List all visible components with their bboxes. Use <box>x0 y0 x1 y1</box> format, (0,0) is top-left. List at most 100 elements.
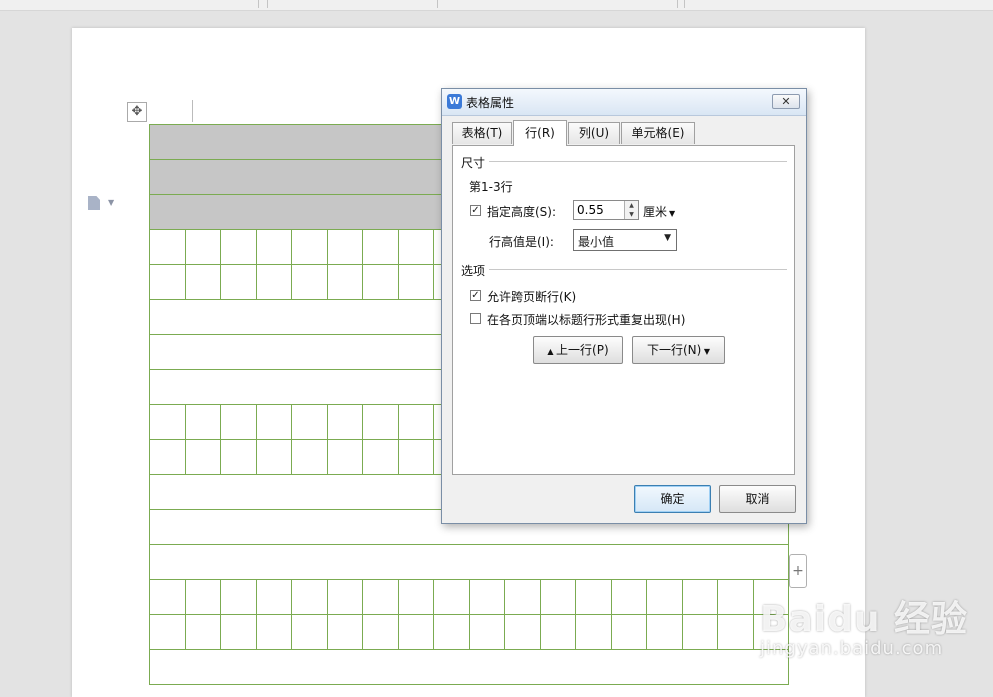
table-cell[interactable] <box>220 439 257 475</box>
ok-button[interactable]: 确定 <box>634 485 711 513</box>
table-cell[interactable] <box>433 579 470 615</box>
specify-height-label: 指定高度(S): <box>487 205 557 219</box>
table-cell[interactable] <box>326 579 363 615</box>
table-cell[interactable] <box>291 614 328 650</box>
cancel-button[interactable]: 取消 <box>719 485 796 513</box>
table-cell[interactable] <box>184 439 221 475</box>
table-cell[interactable] <box>326 264 363 300</box>
table-cell[interactable] <box>681 614 718 650</box>
repeat-header-checkbox[interactable] <box>470 313 481 324</box>
table-cell[interactable] <box>220 614 257 650</box>
table-cell[interactable] <box>397 614 434 650</box>
tab-table[interactable]: 表格(T) <box>452 122 512 144</box>
table-cell[interactable] <box>397 264 434 300</box>
table-cell[interactable] <box>291 439 328 475</box>
table-cell[interactable] <box>149 229 186 265</box>
table-cell[interactable] <box>184 579 221 615</box>
table-cell[interactable] <box>149 544 789 580</box>
previous-row-button[interactable]: ▲ 上一行(P) <box>533 336 623 364</box>
table-cell[interactable] <box>255 229 292 265</box>
add-row-button[interactable]: + <box>789 554 807 588</box>
tab-column[interactable]: 列(U) <box>568 122 620 144</box>
table-cell[interactable] <box>362 439 399 475</box>
table-cell[interactable] <box>149 404 186 440</box>
table-cell[interactable] <box>291 579 328 615</box>
table-cell[interactable] <box>220 404 257 440</box>
table-cell[interactable] <box>255 264 292 300</box>
table-cell[interactable] <box>255 439 292 475</box>
table-cell[interactable] <box>149 439 186 475</box>
table-cell[interactable] <box>681 579 718 615</box>
table-cell[interactable] <box>717 579 754 615</box>
table-cell[interactable] <box>291 264 328 300</box>
paragraph-marker-icon[interactable] <box>88 196 100 210</box>
table-cell[interactable] <box>255 404 292 440</box>
table-cell[interactable] <box>539 614 576 650</box>
table-move-handle-icon[interactable]: ✥ <box>127 102 147 122</box>
table-cell[interactable] <box>149 614 186 650</box>
table-row[interactable] <box>149 614 789 650</box>
table-cell[interactable] <box>362 404 399 440</box>
table-cell[interactable] <box>326 614 363 650</box>
table-cell[interactable] <box>184 404 221 440</box>
table-cell[interactable] <box>184 614 221 650</box>
spin-down-arrow-icon[interactable]: ▼ <box>624 210 638 219</box>
close-button[interactable]: ✕ <box>772 94 800 109</box>
table-cell[interactable] <box>326 404 363 440</box>
table-cell[interactable] <box>184 264 221 300</box>
table-cell[interactable] <box>646 579 683 615</box>
table-cell[interactable] <box>504 614 541 650</box>
table-cell[interactable] <box>468 614 505 650</box>
table-cell[interactable] <box>433 614 470 650</box>
table-cell[interactable] <box>397 579 434 615</box>
paragraph-marker-dropdown-icon[interactable]: ▼ <box>108 198 114 207</box>
allow-row-break-checkbox[interactable]: ✓ <box>470 290 481 301</box>
specify-height-checkbox[interactable]: ✓ <box>470 205 481 216</box>
table-cell[interactable] <box>255 579 292 615</box>
table-cell[interactable] <box>504 579 541 615</box>
table-row[interactable] <box>149 649 789 685</box>
table-cell[interactable] <box>184 229 221 265</box>
table-cell[interactable] <box>220 579 257 615</box>
table-cell[interactable] <box>575 614 612 650</box>
table-cell[interactable] <box>362 614 399 650</box>
table-cell[interactable] <box>468 579 505 615</box>
table-cell[interactable] <box>610 614 647 650</box>
table-cell[interactable] <box>646 614 683 650</box>
table-cell[interactable] <box>326 229 363 265</box>
unit-dropdown[interactable]: 厘米 ▼ <box>643 203 675 220</box>
tab-row[interactable]: 行(R) <box>513 120 567 146</box>
table-cell[interactable] <box>291 404 328 440</box>
height-input[interactable] <box>576 202 621 218</box>
table-cell[interactable] <box>220 229 257 265</box>
table-row[interactable] <box>149 544 789 580</box>
dialog-titlebar[interactable]: W 表格属性 ✕ <box>442 89 806 116</box>
wps-writer-icon: W <box>447 94 462 109</box>
options-group-label: 选项 <box>461 264 486 278</box>
table-cell[interactable] <box>220 264 257 300</box>
baidu-jingyan-watermark: Baidu 经验 jingyan.baidu.com <box>760 590 968 659</box>
table-cell[interactable] <box>575 579 612 615</box>
table-cell[interactable] <box>397 404 434 440</box>
table-cell[interactable] <box>539 579 576 615</box>
table-cell[interactable] <box>610 579 647 615</box>
next-row-button[interactable]: 下一行(N) ▼ <box>632 336 725 364</box>
table-cell[interactable] <box>397 439 434 475</box>
table-cell[interactable] <box>326 439 363 475</box>
table-cell[interactable] <box>362 229 399 265</box>
table-cell[interactable] <box>255 614 292 650</box>
table-cell[interactable] <box>149 649 789 685</box>
row-height-mode-select[interactable]: 最小值 ▼ <box>573 229 677 251</box>
size-group-label: 尺寸 <box>461 156 486 170</box>
table-cell[interactable] <box>362 264 399 300</box>
table-cell[interactable] <box>149 579 186 615</box>
height-spinner: ▲ ▼ <box>573 200 639 220</box>
tab-cell[interactable]: 单元格(E) <box>621 122 695 144</box>
table-cell[interactable] <box>362 579 399 615</box>
down-arrow-icon: ▼ <box>701 347 711 356</box>
table-cell[interactable] <box>397 229 434 265</box>
table-row[interactable] <box>149 579 789 615</box>
table-cell[interactable] <box>149 264 186 300</box>
table-cell[interactable] <box>291 229 328 265</box>
table-cell[interactable] <box>717 614 754 650</box>
